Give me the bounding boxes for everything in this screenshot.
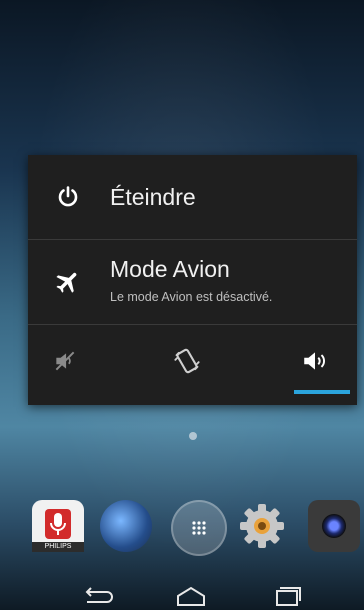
- recent-apps-icon: [276, 587, 301, 606]
- navigation-bar: [0, 578, 364, 610]
- power-off-label: Éteindre: [110, 183, 196, 210]
- camera-lens-icon: [322, 514, 346, 538]
- home-dock: PHILIPS: [24, 500, 360, 560]
- grid-dots-icon: [192, 521, 206, 535]
- home-icon: [177, 586, 205, 606]
- airplane-mode-item[interactable]: Mode Avion Le mode Avion est désactivé.: [28, 240, 357, 325]
- app-drawer-button[interactable]: [171, 500, 227, 556]
- back-button[interactable]: [78, 584, 118, 608]
- power-menu-dialog: Éteindre Mode Avion Le mode Avion est dé…: [28, 155, 357, 405]
- volume-on-icon: [301, 348, 329, 379]
- vibrate-mode-button[interactable]: [157, 335, 217, 391]
- silent-mode-button[interactable]: [35, 335, 95, 391]
- power-icon: [54, 183, 82, 211]
- recent-apps-button[interactable]: [266, 584, 306, 608]
- airplane-mode-status: Le mode Avion est désactivé.: [110, 290, 273, 304]
- home-button[interactable]: [171, 584, 211, 608]
- sound-on-mode-button[interactable]: [285, 335, 345, 391]
- settings-app[interactable]: [236, 500, 288, 552]
- microphone-icon: [45, 509, 71, 539]
- voice-app-caption: PHILIPS: [32, 542, 84, 552]
- gear-icon: [240, 504, 284, 548]
- camera-app[interactable]: [308, 500, 360, 552]
- sound-mode-row: [28, 325, 357, 405]
- voice-search-app[interactable]: PHILIPS: [32, 500, 84, 552]
- selected-mode-indicator: [294, 390, 350, 394]
- page-indicator-dot: [189, 432, 197, 440]
- airplane-mode-title: Mode Avion: [110, 256, 230, 282]
- volume-muted-icon: [52, 348, 78, 379]
- vibrate-icon: [173, 347, 201, 380]
- airplane-icon: [54, 268, 82, 296]
- back-icon: [85, 587, 113, 603]
- power-off-item[interactable]: Éteindre: [28, 155, 357, 240]
- globe-app-icon[interactable]: [100, 500, 152, 552]
